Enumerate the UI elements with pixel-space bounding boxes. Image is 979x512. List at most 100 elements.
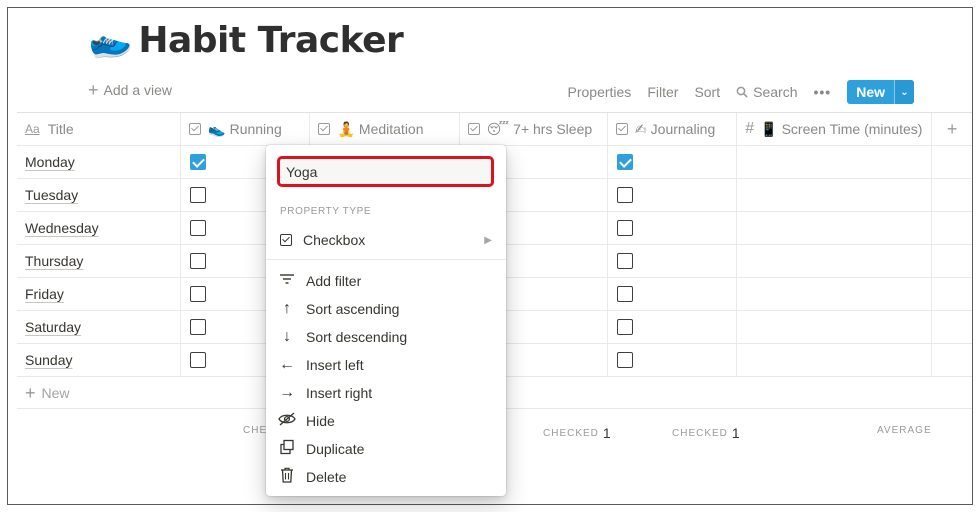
column-label: Screen Time (minutes) [781,121,923,137]
screen-time-cell[interactable] [737,179,933,211]
column-header-running[interactable]: 👟 Running [181,113,311,145]
row-title[interactable]: Monday [25,154,75,170]
running-checkbox[interactable] [190,319,207,335]
spacer-cell [932,278,972,310]
column-header-screen-time[interactable]: # 📱 Screen Time (minutes) [737,113,933,145]
property-name-input[interactable] [277,156,494,187]
running-checkbox[interactable] [190,352,207,368]
calc-label: CHECKED [543,427,599,439]
journaling-calculation[interactable]: CHECKED 1 [672,425,740,441]
checkbox-icon [615,123,628,135]
add-filter-item[interactable]: Add filter [278,267,407,295]
add-view-button[interactable]: + Add a view [88,81,172,99]
screen-time-calculation[interactable]: AVERAGE [877,425,932,436]
more-options-icon[interactable]: ••• [813,84,831,100]
journaling-checkbox[interactable] [616,253,633,269]
journaling-checkbox[interactable] [616,286,633,302]
title-cell[interactable]: Saturday [17,311,182,343]
row-title[interactable]: Sunday [25,352,72,368]
sort-ascending-item[interactable]: ↑ Sort ascending [278,295,407,323]
row-title[interactable]: Wednesday [25,220,99,236]
property-type-heading: Property type [280,206,372,217]
running-checkbox[interactable] [190,253,207,269]
column-header-sleep[interactable]: 😴 7+ hrs Sleep [460,113,608,145]
calc-value: 1 [602,425,611,441]
journaling-checkbox[interactable] [616,220,633,236]
column-header-title[interactable]: Aa Title [17,113,182,145]
journaling-cell [608,146,738,178]
title-cell[interactable]: Tuesday [17,179,182,211]
running-checkbox[interactable] [190,286,207,302]
menu-items: Add filter ↑ Sort ascending ↓ Sort desce… [278,267,407,491]
journaling-checkbox[interactable] [616,187,633,203]
sort-descending-item[interactable]: ↓ Sort descending [278,323,407,351]
chevron-down-icon[interactable]: ⌄ [894,80,914,104]
row-title[interactable]: Thursday [25,253,83,269]
screen-time-cell[interactable] [737,278,933,310]
column-label: Title [47,121,74,137]
new-button[interactable]: New [847,80,894,104]
phone-emoji-icon: 📱 [760,120,778,137]
checkbox-icon [318,123,331,135]
running-checkbox[interactable] [190,220,207,236]
sneaker-icon[interactable]: 👟 [83,15,136,66]
spacer-cell [932,179,972,211]
journaling-checkbox[interactable] [616,154,633,170]
running-emoji-icon: 👟 [208,120,226,137]
sleep-calculation[interactable]: CHECKED 1 [543,425,611,441]
delete-item[interactable]: Delete [278,463,407,491]
checkbox-icon [189,123,202,135]
journaling-checkbox[interactable] [616,319,633,335]
page-title[interactable]: Habit Tracker [138,20,403,61]
screen-time-cell[interactable] [737,245,933,277]
search-button[interactable]: Search [736,84,797,100]
running-checkbox[interactable] [190,154,207,170]
menu-item-label: Insert left [306,357,364,373]
row-title[interactable]: Friday [25,286,64,302]
trash-icon [278,467,296,488]
row-title[interactable]: Tuesday [25,187,78,203]
title-cell[interactable]: Thursday [17,245,182,277]
checkbox-icon [467,123,480,135]
filter-button[interactable]: Filter [647,84,678,100]
screen-time-cell[interactable] [737,344,933,376]
duplicate-item[interactable]: Duplicate [278,435,407,463]
property-type-select[interactable]: Checkbox ▶ [280,230,492,250]
sort-button[interactable]: Sort [694,84,720,100]
column-header-meditation[interactable]: 🧘 Meditation [310,113,460,145]
journaling-emoji-icon: ✍ [634,120,647,137]
title-cell[interactable]: Friday [17,278,182,310]
toolbar-actions: Properties Filter Sort Search ••• New ⌄ [568,80,914,104]
hide-item[interactable]: Hide [278,407,407,435]
journaling-cell [608,344,738,376]
title-cell[interactable]: Monday [17,146,182,178]
column-label: Running [229,121,282,137]
property-menu: Property type Checkbox ▶ Add filter ↑ So… [266,145,506,496]
column-header-journaling[interactable]: ✍ Journaling [608,113,738,145]
insert-right-item[interactable]: → Insert right [278,379,407,407]
screen-time-cell[interactable] [737,311,933,343]
screen-time-cell[interactable] [737,146,933,178]
add-column-button[interactable]: + [932,113,972,145]
journaling-cell [608,179,738,211]
properties-button[interactable]: Properties [568,84,632,100]
title-cell[interactable]: Wednesday [17,212,182,244]
row-title[interactable]: Saturday [25,319,81,335]
menu-item-label: Sort descending [306,329,408,345]
spacer-cell [932,146,972,178]
duplicate-icon [278,439,296,460]
spacer-cell [932,344,972,376]
title-cell[interactable]: Sunday [17,344,182,376]
journaling-checkbox[interactable] [616,352,633,368]
column-label: 7+ hrs Sleep [513,121,593,137]
running-checkbox[interactable] [190,187,207,203]
calc-value: 1 [731,425,740,441]
eye-slash-icon [278,412,296,431]
add-view-label: Add a view [103,82,172,98]
arrow-right-icon: → [279,384,295,401]
column-label: Meditation [358,121,424,137]
insert-left-item[interactable]: ← Insert left [278,351,407,379]
search-icon [736,86,748,98]
spacer-cell [932,311,972,343]
screen-time-cell[interactable] [737,212,933,244]
